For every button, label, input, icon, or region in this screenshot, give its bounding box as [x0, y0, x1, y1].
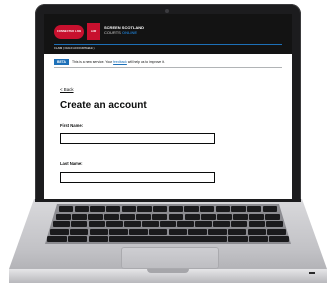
last-name-input[interactable]: [60, 172, 215, 183]
logo-sub-line2: ONLINE: [121, 29, 138, 35]
laptop-lid: CONNECTED LAW LAW SCREEN SCOTLAND COURTS…: [35, 4, 301, 200]
first-name-label: First Name:: [60, 123, 84, 128]
keyboard-row: [47, 236, 290, 242]
laptop-device: CONNECTED LAW LAW SCREEN SCOTLAND COURTS…: [0, 0, 335, 285]
keyboard-row: [59, 206, 277, 212]
keyboard-row: [50, 228, 286, 235]
logo-wordmark-line2: COURTS ONLINE: [104, 29, 144, 36]
logo-sub-line1: COURTS: [104, 29, 121, 35]
trackpad: [121, 247, 219, 269]
webcam-icon: [165, 9, 169, 13]
status-led-icon: [309, 272, 315, 274]
logo-block-text: LAW: [90, 30, 97, 33]
phase-banner: BETA This is a new service. Your feedbac…: [54, 58, 282, 68]
brand-logo-block: LAW: [87, 23, 100, 40]
brand-logo-mark[interactable]: CONNECTED LAW: [54, 25, 84, 39]
back-link[interactable]: < Back: [60, 87, 74, 92]
site-header: CONNECTED LAW LAW SCREEN SCOTLAND COURTS…: [44, 14, 292, 54]
service-name[interactable]: CLAIM ( CHILD ACCOUNTABLE ): [54, 47, 95, 50]
logo-mark-text: CONNECTED LAW: [56, 30, 82, 33]
beta-tag: BETA: [54, 59, 69, 65]
keyboard: [45, 204, 291, 244]
feedback-link[interactable]: feedback: [113, 60, 127, 64]
beta-text-after: will help us to improve it.: [127, 60, 165, 64]
beta-text-before: This is a new service. Your: [72, 60, 113, 64]
browser-viewport: CONNECTED LAW LAW SCREEN SCOTLAND COURTS…: [44, 14, 292, 200]
laptop-hinge: [35, 199, 301, 202]
last-name-label: Last Name:: [60, 161, 83, 166]
beta-banner-text: This is a new service. Your feedback wil…: [72, 59, 165, 65]
page-title: Create an account: [60, 100, 147, 111]
brand-logo-wordmark[interactable]: SCREEN SCOTLAND COURTS ONLINE: [104, 25, 144, 36]
keyboard-row: [53, 221, 283, 227]
laptop-base: [9, 199, 327, 283]
header-divider: [54, 44, 282, 45]
first-name-input[interactable]: [60, 133, 215, 144]
keyboard-row: [56, 213, 280, 220]
lid-notch: [147, 269, 189, 273]
